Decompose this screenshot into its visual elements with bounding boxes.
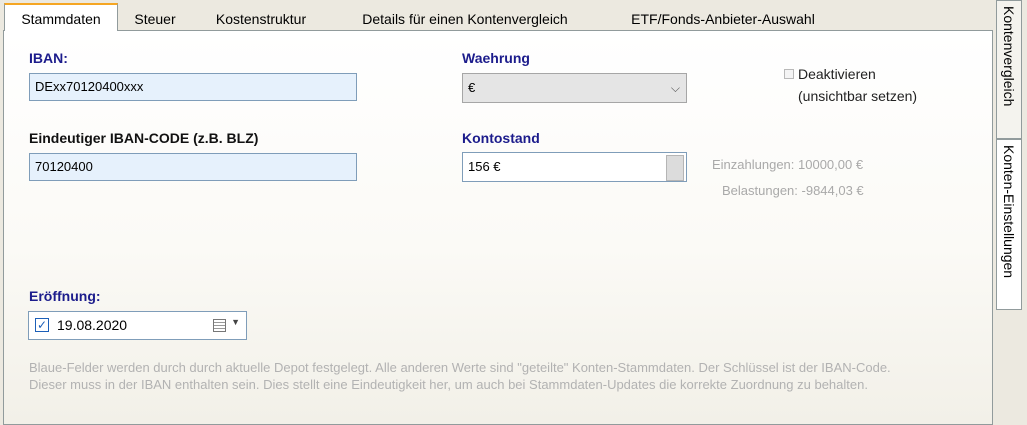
- calendar-icon[interactable]: [213, 319, 226, 332]
- tab-steuer[interactable]: Steuer: [124, 8, 186, 30]
- info-note: Blaue-Felder werden durch durch aktuelle…: [29, 360, 891, 392]
- currency-select[interactable]: € ⌵: [462, 73, 687, 103]
- deactivate-label: Deaktivieren: [798, 66, 876, 82]
- opening-date-value: 19.08.2020: [57, 317, 128, 333]
- iban-field[interactable]: DExx70120400xxx: [29, 73, 357, 101]
- iban-code-field[interactable]: 70120400: [29, 153, 357, 181]
- deactivate-checkbox[interactable]: [784, 69, 794, 79]
- opening-date-picker[interactable]: ✓ 19.08.2020 ▼: [28, 311, 247, 340]
- balance-label: Kontostand: [462, 130, 540, 146]
- dropdown-arrow-icon[interactable]: ▼: [231, 317, 240, 327]
- tab-etf-fonds-anbieter[interactable]: ETF/Fonds-Anbieter-Auswahl: [608, 8, 838, 30]
- side-tab-kontenvergleich[interactable]: Kontenvergleich: [996, 0, 1022, 139]
- tab-kostenstruktur[interactable]: Kostenstruktur: [196, 8, 326, 30]
- chevron-down-icon: ⌵: [670, 81, 680, 95]
- side-tab-konten-einstellungen-label: Konten-Einstellungen: [1001, 145, 1017, 279]
- checkbox-icon[interactable]: ✓: [35, 318, 49, 332]
- currency-label: Waehrung: [462, 50, 530, 66]
- balance-field[interactable]: 156 €: [462, 152, 687, 182]
- opening-label: Eröffnung:: [29, 288, 101, 304]
- deposits-text: Einzahlungen: 10000,00 €: [712, 157, 864, 172]
- currency-value: €: [468, 80, 476, 95]
- balance-value: 156 €: [468, 159, 501, 174]
- tab-details-kontenvergleich[interactable]: Details für einen Kontenvergleich: [334, 8, 596, 30]
- side-tab-konten-einstellungen[interactable]: Konten-Einstellungen: [996, 139, 1022, 310]
- stammdaten-panel: IBAN: DExx70120400xxx Eindeutiger IBAN-C…: [3, 30, 993, 425]
- side-tab-kontenvergleich-label: Kontenvergleich: [1001, 6, 1017, 107]
- tab-stammdaten[interactable]: Stammdaten: [4, 3, 118, 31]
- iban-label: IBAN:: [29, 50, 68, 66]
- iban-code-label: Eindeutiger IBAN-CODE (z.B. BLZ): [29, 130, 259, 146]
- charges-text: Belastungen: -9844,03 €: [722, 183, 864, 198]
- tab-strip: Stammdaten Steuer Kostenstruktur Details…: [0, 0, 996, 31]
- deactivate-sublabel: (unsichtbar setzen): [798, 88, 918, 104]
- balance-spin-button[interactable]: [666, 155, 684, 181]
